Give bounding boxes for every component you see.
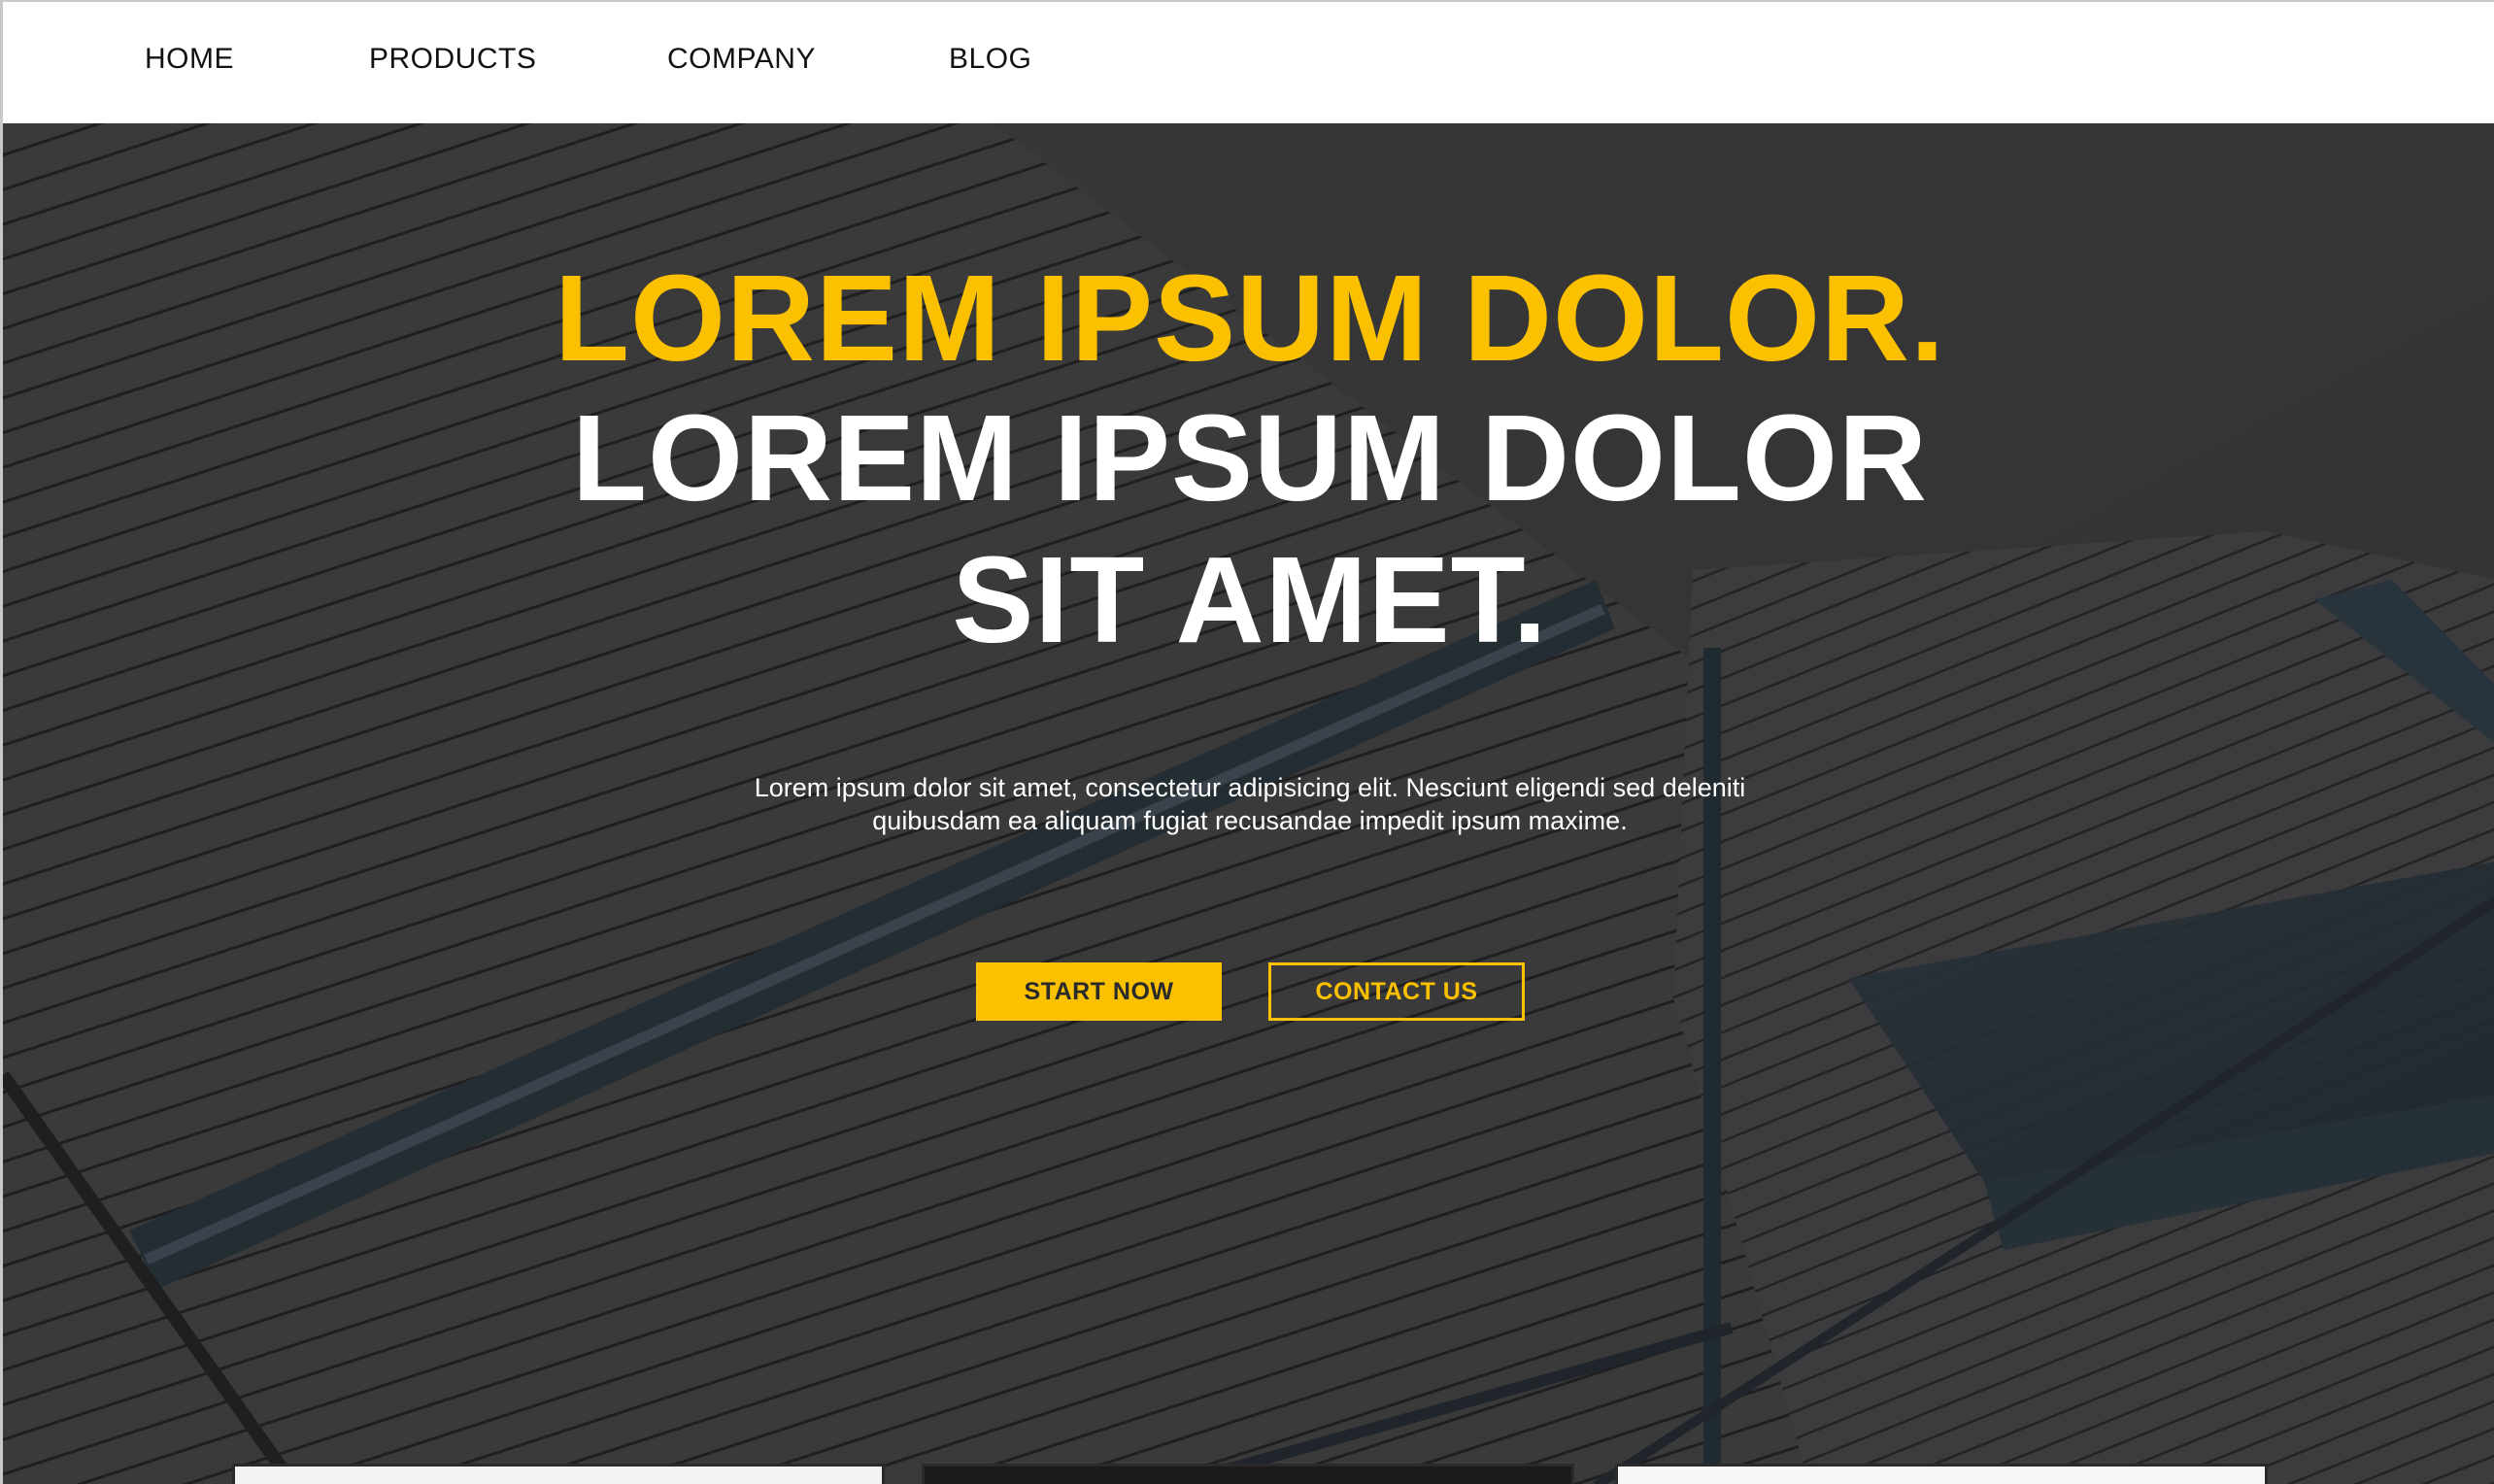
hero-section: LOREM IPSUM DOLOR. LOREM IPSUM DOLOR SIT… [3,123,2494,1484]
nav-item-blog[interactable]: BLOG [949,43,1031,76]
start-now-button[interactable]: START NOW [976,962,1222,1021]
contact-us-button[interactable]: CONTACT US [1268,962,1525,1021]
nav-item-company[interactable]: COMPANY [667,43,816,76]
hero-lede: Lorem ipsum dolor sit amet, consectetur … [667,771,1833,837]
hero-headline-line-1: LOREM IPSUM DOLOR [572,389,1928,526]
hero-headline-accent: LOREM IPSUM DOLOR. [555,250,1945,387]
top-navigation: HOME PRODUCTS COMPANY BLOG [3,2,2494,123]
feature-card-2[interactable] [922,1464,1574,1484]
nav-item-home[interactable]: HOME [145,43,234,76]
page: HOME PRODUCTS COMPANY BLOG LOREM IPSUM D… [0,0,2494,1484]
hero-lede-line-1: Lorem ipsum dolor sit amet, consectetur … [754,773,1746,802]
hero-lede-line-2: quibusdam ea aliquam fugiat recusandae i… [872,806,1628,835]
nav-item-products[interactable]: PRODUCTS [369,43,536,76]
hero-headline-line-2: SIT AMET. [952,531,1548,668]
feature-card-3[interactable] [1615,1464,2268,1484]
feature-card-1[interactable] [232,1464,885,1484]
